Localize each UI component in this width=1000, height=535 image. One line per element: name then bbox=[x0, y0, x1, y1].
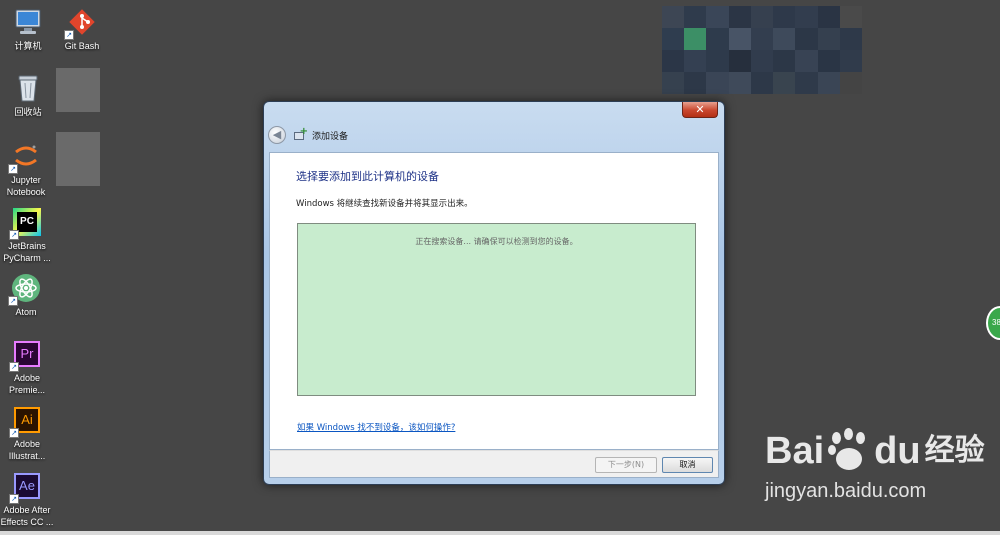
desktop-icon-jupyter[interactable]: ↗ Jupyter Notebook bbox=[0, 140, 54, 198]
dialog-titlebar: ◀ + 添加设备 bbox=[268, 126, 348, 144]
watermark-brand: Bai du 经验 bbox=[765, 428, 985, 474]
pycharm-icon: PC ↗ bbox=[9, 206, 43, 240]
dialog-footer: 下一步(N) 取消 bbox=[269, 450, 719, 478]
desktop-icon-illustrator[interactable]: Ai ↗ Adobe Illustrat... bbox=[0, 404, 55, 462]
shortcut-arrow-icon: ↗ bbox=[9, 230, 19, 240]
dialog-heading: 选择要添加到此计算机的设备 bbox=[296, 170, 439, 183]
taskbar-edge bbox=[0, 531, 1000, 535]
desktop-icon-computer[interactable]: 计算机 bbox=[0, 6, 56, 52]
cancel-button[interactable]: 取消 bbox=[662, 457, 713, 473]
shortcut-arrow-icon: ↗ bbox=[9, 428, 19, 438]
dialog-title: 添加设备 bbox=[312, 131, 349, 142]
blurred-icon-region bbox=[56, 132, 100, 186]
desktop-icon-after-effects[interactable]: Ae ↗ Adobe After Effects CC ... bbox=[0, 470, 55, 528]
illustrator-icon: Ai ↗ bbox=[9, 404, 43, 438]
desktop-icon-label: Git Bash bbox=[64, 41, 100, 51]
desktop-icon-atom[interactable]: ↗ Atom bbox=[0, 272, 54, 318]
close-button[interactable]: ✕ bbox=[682, 102, 718, 118]
desktop-icon-label: 回收站 bbox=[14, 107, 42, 117]
shortcut-arrow-icon: ↗ bbox=[9, 494, 19, 504]
add-device-dialog: ✕ ◀ + 添加设备 选择要添加到此计算机的设备 Windows 将继续查找新设… bbox=[263, 101, 725, 485]
desktop-icon-label: JetBrains PyCharm ... bbox=[3, 241, 51, 263]
pixelated-region bbox=[662, 6, 862, 94]
shortcut-arrow-icon: ↗ bbox=[8, 296, 18, 306]
floating-badge[interactable]: 38 bbox=[986, 306, 1000, 340]
shortcut-arrow-icon: ↗ bbox=[64, 30, 74, 40]
git-bash-icon: ↗ bbox=[64, 6, 98, 40]
baidu-jingyan-watermark: Bai du 经验 jingyan.baidu.com bbox=[765, 428, 995, 503]
dialog-description: Windows 将继续查找新设备并将其显示出来。 bbox=[296, 199, 473, 209]
desktop-icon-label: Adobe After Effects CC ... bbox=[0, 505, 54, 527]
after-effects-icon: Ae ↗ bbox=[9, 470, 43, 504]
premiere-icon: Pr ↗ bbox=[9, 338, 43, 372]
shortcut-arrow-icon: ↗ bbox=[8, 164, 18, 174]
desktop-icon-premiere[interactable]: Pr ↗ Adobe Premie... bbox=[0, 338, 55, 396]
add-device-icon: + bbox=[294, 126, 308, 141]
blurred-icon-region bbox=[56, 68, 100, 112]
desktop-icon-pycharm[interactable]: PC ↗ JetBrains PyCharm ... bbox=[0, 206, 55, 264]
device-list[interactable]: 正在搜索设备... 请确保可以检测到您的设备。 bbox=[297, 223, 696, 396]
desktop-icon-label: 计算机 bbox=[14, 41, 42, 51]
desktop-icon-recycle-bin[interactable]: 回收站 bbox=[0, 72, 56, 118]
shortcut-arrow-icon: ↗ bbox=[9, 362, 19, 372]
dialog-content: 选择要添加到此计算机的设备 Windows 将继续查找新设备并将其显示出来。 正… bbox=[269, 152, 719, 450]
paw-icon bbox=[826, 428, 872, 474]
watermark-url: jingyan.baidu.com bbox=[765, 480, 927, 502]
search-status-text: 正在搜索设备... 请确保可以检测到您的设备。 bbox=[415, 237, 578, 246]
help-link[interactable]: 如果 Windows 找不到设备，该如何操作? bbox=[297, 421, 455, 433]
desktop-icon-label: Adobe Illustrat... bbox=[8, 439, 46, 461]
desktop-icon-label: Atom bbox=[15, 307, 37, 317]
recycle-bin-icon bbox=[12, 72, 44, 104]
atom-icon: ↗ bbox=[8, 272, 42, 306]
desktop-icon-label: Jupyter Notebook bbox=[6, 175, 46, 197]
computer-icon bbox=[12, 6, 44, 38]
next-button[interactable]: 下一步(N) bbox=[595, 457, 657, 473]
desktop-icon-git-bash[interactable]: ↗ Git Bash bbox=[54, 6, 110, 52]
desktop-icon-label: Adobe Premie... bbox=[8, 373, 45, 395]
jupyter-icon: ↗ bbox=[8, 140, 42, 174]
back-arrow-icon[interactable]: ◀ bbox=[268, 126, 286, 144]
